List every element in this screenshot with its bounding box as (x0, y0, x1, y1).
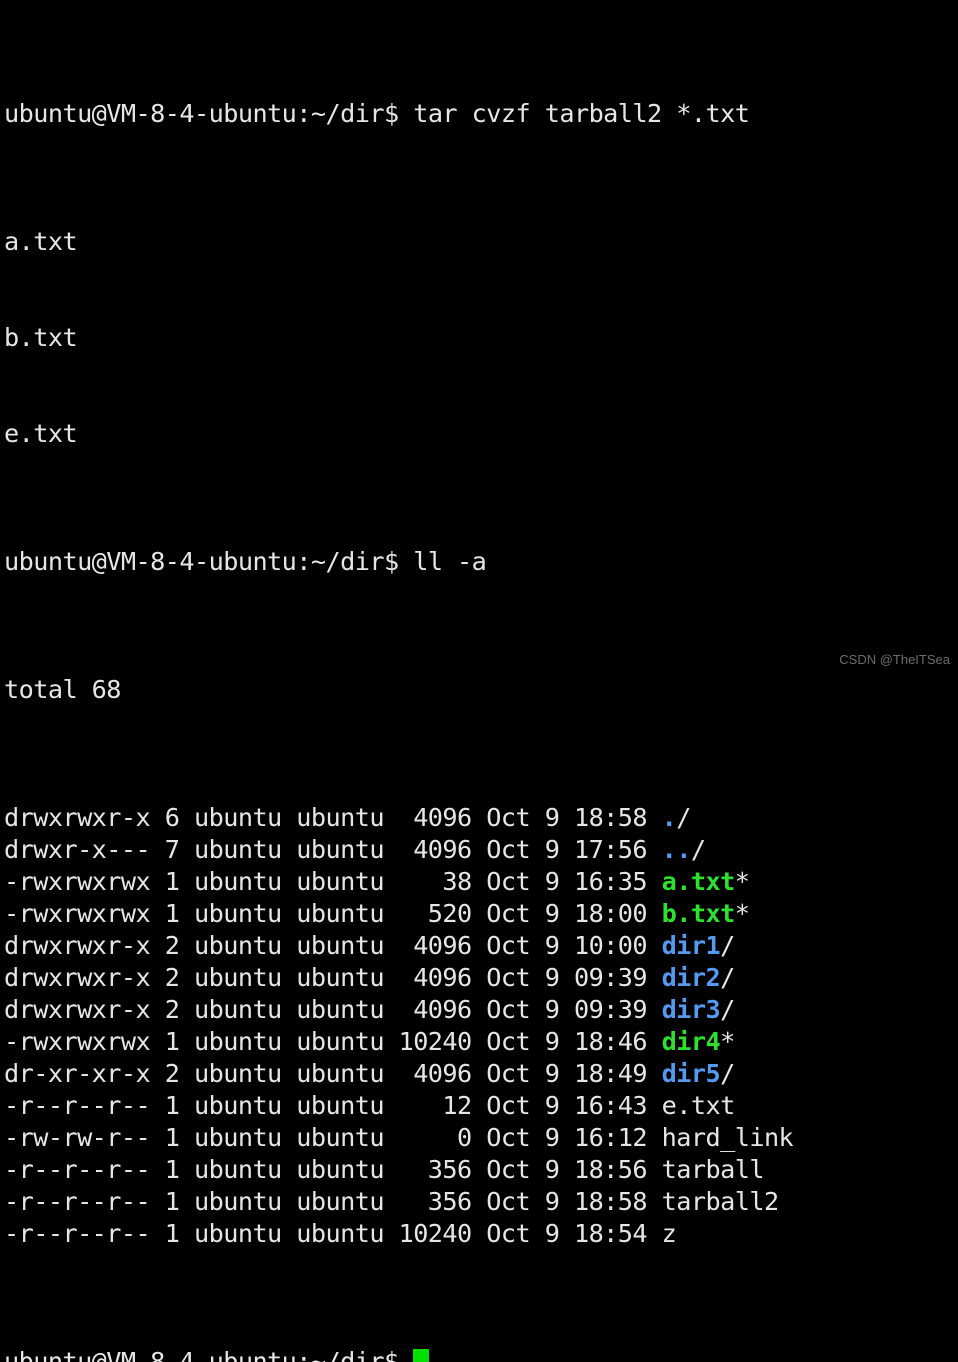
listing-row-name: .. (661, 835, 692, 864)
listing-row: -rwxrwxrwx 1 ubuntu ubuntu 520 Oct 9 18:… (4, 898, 958, 930)
text-cursor[interactable] (413, 1349, 430, 1362)
listing-row-name: dir2 (661, 963, 721, 992)
terminal-window[interactable]: ubuntu@VM-8-4-ubuntu:~/dir$ tar cvzf tar… (0, 0, 958, 1362)
listing-row: dr-xr-xr-x 2 ubuntu ubuntu 4096 Oct 9 18… (4, 1058, 958, 1090)
shell-prompt: ubuntu@VM-8-4-ubuntu:~/dir$ (4, 1347, 414, 1362)
shell-prompt: ubuntu@VM-8-4-ubuntu:~/dir$ (4, 99, 414, 128)
listing-row-indicator: / (676, 803, 691, 832)
listing-row-meta: -r--r--r-- 1 ubuntu ubuntu 356 Oct 9 18:… (4, 1155, 662, 1184)
terminal-line-tar-output-3: e.txt (4, 418, 958, 450)
listing-row-name: hard_link (661, 1123, 794, 1152)
listing-row: -rwxrwxrwx 1 ubuntu ubuntu 38 Oct 9 16:3… (4, 866, 958, 898)
listing-row-meta: -rwxrwxrwx 1 ubuntu ubuntu 10240 Oct 9 1… (4, 1027, 662, 1056)
listing-row-meta: drwxrwxr-x 2 ubuntu ubuntu 4096 Oct 9 10… (4, 931, 662, 960)
listing-row: drwxrwxr-x 2 ubuntu ubuntu 4096 Oct 9 09… (4, 962, 958, 994)
listing-row-name: . (661, 803, 677, 832)
listing-row-name: tarball (661, 1155, 765, 1184)
tar-output-file: a.txt (4, 227, 78, 256)
tar-output-file: e.txt (4, 419, 78, 448)
listing-row-name: dir3 (661, 995, 721, 1024)
listing-row-indicator: / (720, 931, 735, 960)
listing-row-meta: -rwxrwxrwx 1 ubuntu ubuntu 38 Oct 9 16:3… (4, 867, 662, 896)
listing-row-indicator: / (720, 1059, 735, 1088)
directory-listing: drwxrwxr-x 6 ubuntu ubuntu 4096 Oct 9 18… (4, 802, 958, 1250)
terminal-line-total: total 68 (4, 674, 958, 706)
listing-row: -r--r--r-- 1 ubuntu ubuntu 356 Oct 9 18:… (4, 1186, 958, 1218)
listing-row-name: b.txt (661, 899, 736, 928)
listing-row: drwxr-x--- 7 ubuntu ubuntu 4096 Oct 9 17… (4, 834, 958, 866)
listing-row-meta: -r--r--r-- 1 ubuntu ubuntu 10240 Oct 9 1… (4, 1219, 662, 1248)
listing-row-indicator: / (690, 835, 706, 864)
listing-row: -rwxrwxrwx 1 ubuntu ubuntu 10240 Oct 9 1… (4, 1026, 958, 1058)
listing-row: -r--r--r-- 1 ubuntu ubuntu 10240 Oct 9 1… (4, 1218, 958, 1250)
listing-row: drwxrwxr-x 2 ubuntu ubuntu 4096 Oct 9 10… (4, 930, 958, 962)
listing-row-indicator: * (734, 899, 750, 928)
listing-row-indicator: * (720, 1027, 735, 1056)
terminal-line-tar-output-2: b.txt (4, 322, 958, 354)
listing-row-name: dir5 (661, 1059, 721, 1088)
listing-row-name: z (661, 1219, 677, 1248)
watermark-label: CSDN @TheITSea (839, 652, 950, 667)
listing-row-meta: drwxrwxr-x 2 ubuntu ubuntu 4096 Oct 9 09… (4, 995, 662, 1024)
listing-row-name: dir1 (661, 931, 721, 960)
listing-row-name: a.txt (661, 867, 736, 896)
terminal-line-prompt-active: ubuntu@VM-8-4-ubuntu:~/dir$ (4, 1346, 958, 1362)
listing-row-meta: -rw-rw-r-- 1 ubuntu ubuntu 0 Oct 9 16:12 (4, 1123, 662, 1152)
tar-output-file: b.txt (4, 323, 78, 352)
listing-row-meta: dr-xr-xr-x 2 ubuntu ubuntu 4096 Oct 9 18… (4, 1059, 662, 1088)
terminal-line-command-2: ubuntu@VM-8-4-ubuntu:~/dir$ ll -a (4, 546, 958, 578)
listing-row: drwxrwxr-x 6 ubuntu ubuntu 4096 Oct 9 18… (4, 802, 958, 834)
listing-row-meta: -r--r--r-- 1 ubuntu ubuntu 12 Oct 9 16:4… (4, 1091, 662, 1120)
terminal-line-tar-output-1: a.txt (4, 226, 958, 258)
listing-row-indicator: * (734, 867, 750, 896)
listing-row: -rw-rw-r-- 1 ubuntu ubuntu 0 Oct 9 16:12… (4, 1122, 958, 1154)
listing-row-name: e.txt (661, 1091, 736, 1120)
listing-row-indicator: / (720, 963, 735, 992)
terminal-line-command-1: ubuntu@VM-8-4-ubuntu:~/dir$ tar cvzf tar… (4, 98, 958, 130)
listing-total: total 68 (4, 675, 121, 704)
command-text-tar: tar cvzf tarball2 *.txt (413, 99, 750, 128)
listing-row: -r--r--r-- 1 ubuntu ubuntu 356 Oct 9 18:… (4, 1154, 958, 1186)
shell-prompt: ubuntu@VM-8-4-ubuntu:~/dir$ (4, 547, 414, 576)
listing-row-name: tarball2 (661, 1187, 779, 1216)
listing-row: -r--r--r-- 1 ubuntu ubuntu 12 Oct 9 16:4… (4, 1090, 958, 1122)
listing-row-meta: drwxrwxr-x 2 ubuntu ubuntu 4096 Oct 9 09… (4, 963, 662, 992)
listing-row: drwxrwxr-x 2 ubuntu ubuntu 4096 Oct 9 09… (4, 994, 958, 1026)
listing-row-meta: -rwxrwxrwx 1 ubuntu ubuntu 520 Oct 9 18:… (4, 899, 662, 928)
listing-row-name: dir4 (661, 1027, 721, 1056)
listing-row-meta: drwxrwxr-x 6 ubuntu ubuntu 4096 Oct 9 18… (4, 803, 662, 832)
listing-row-meta: -r--r--r-- 1 ubuntu ubuntu 356 Oct 9 18:… (4, 1187, 662, 1216)
listing-row-meta: drwxr-x--- 7 ubuntu ubuntu 4096 Oct 9 17… (4, 835, 662, 864)
command-text-ll: ll -a (413, 547, 487, 576)
listing-row-indicator: / (720, 995, 735, 1024)
